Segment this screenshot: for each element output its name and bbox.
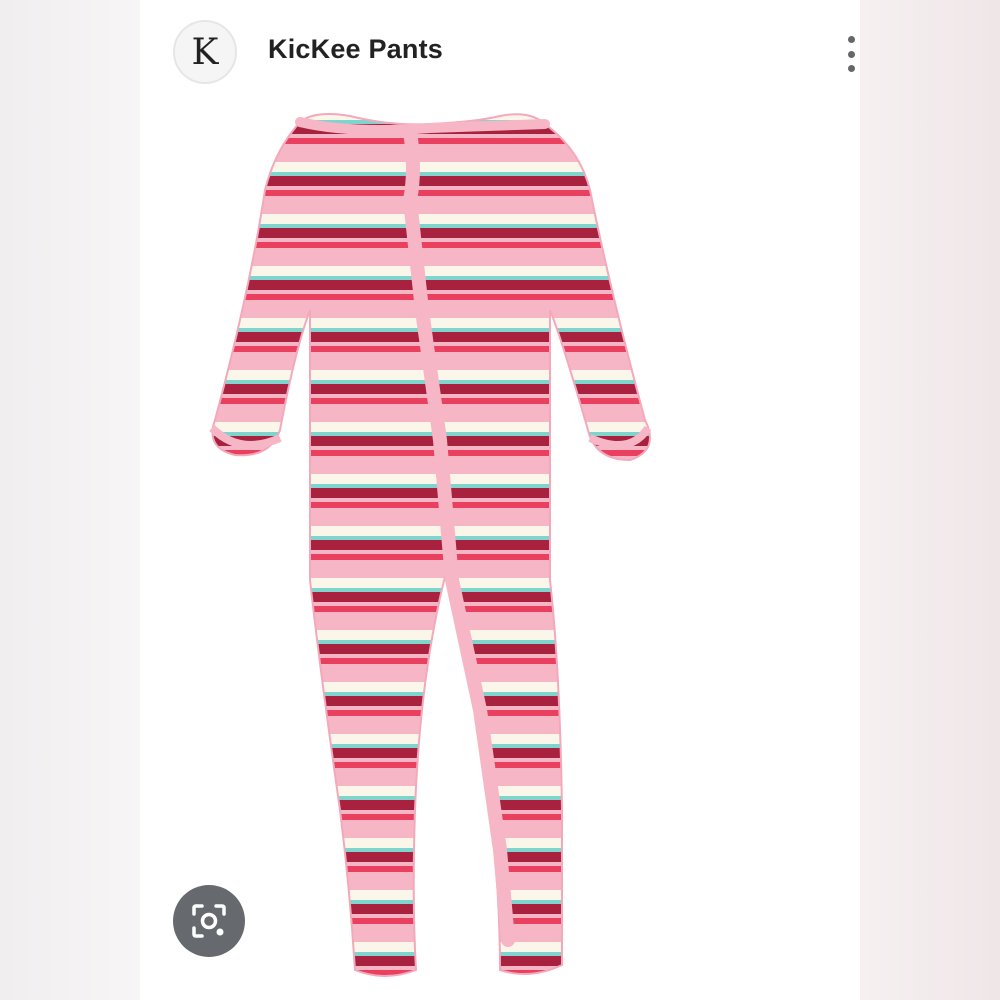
result-header: K KicKee Pants [140, 0, 860, 100]
lens-glyph [192, 904, 226, 938]
sleeper-body [211, 113, 651, 977]
more-vert-icon[interactable] [840, 36, 862, 72]
product-image[interactable] [190, 110, 690, 990]
brand-name[interactable]: KicKee Pants [268, 34, 443, 65]
avatar-letter: K [191, 31, 219, 73]
sleeper-collar [295, 117, 550, 135]
brand-avatar[interactable]: K [173, 20, 237, 84]
google-lens-icon[interactable] [173, 885, 245, 957]
